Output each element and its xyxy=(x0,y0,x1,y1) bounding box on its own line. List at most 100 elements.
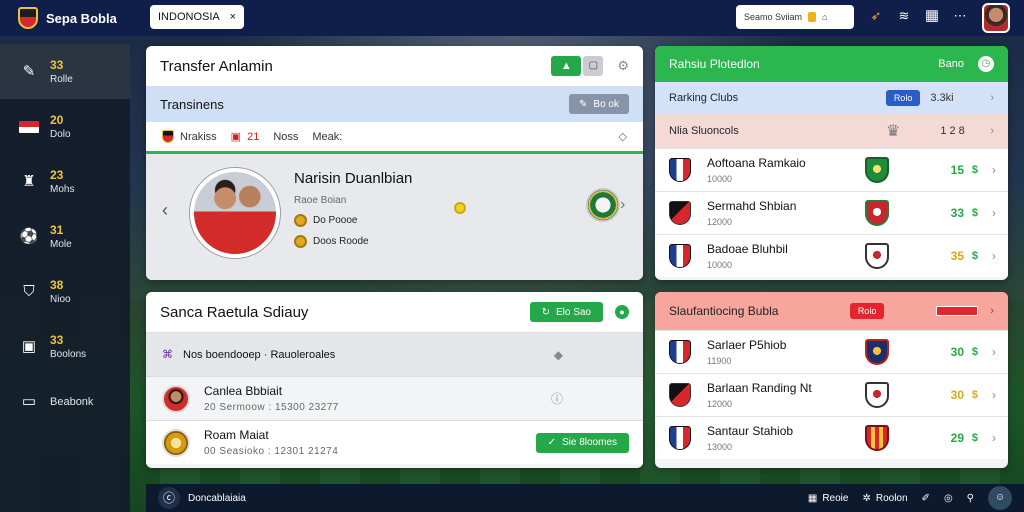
sidebar-item-label: Boolons xyxy=(50,349,87,360)
chevron-right-icon[interactable]: › xyxy=(992,163,996,177)
list-view-button[interactable]: ▢ xyxy=(583,56,604,76)
footer-left[interactable]: ⓒ Doncablaiaia xyxy=(146,487,246,509)
chevron-right-icon[interactable]: › xyxy=(990,125,994,137)
club-name: Santaur Stahiob xyxy=(707,424,794,438)
tab-noss[interactable]: Noss xyxy=(273,131,298,143)
stadium-icon[interactable]: ≋ xyxy=(896,8,912,24)
battery-icon xyxy=(808,12,817,22)
club-crest-icon xyxy=(669,244,691,268)
user-avatar[interactable] xyxy=(982,3,1010,33)
footer-item-reoie[interactable]: ▦ Reoie xyxy=(808,493,849,504)
club-points: 30 xyxy=(950,345,964,359)
club-sub: 12000 xyxy=(707,399,733,409)
more-icon[interactable]: ⋯ xyxy=(952,8,968,24)
pen-icon[interactable]: ✐ xyxy=(922,493,930,504)
tab-label: Meak: xyxy=(312,130,343,143)
squad-header: Sanca Raetula Sdiauy ↻ Elo Sao ● xyxy=(146,292,643,332)
table-row[interactable]: Sarlaer P5hiob 11900 30 $ › xyxy=(655,330,1008,373)
list-item[interactable]: ⌘ Nos boendooep · Rauoleroales ◆ xyxy=(146,332,643,376)
sidebar-item-label: Mole xyxy=(50,239,72,250)
chevron-right-icon[interactable]: › xyxy=(992,206,996,220)
tab-nrakiss[interactable]: Nrakiss xyxy=(162,130,217,143)
table-row[interactable]: Badoae Bluhbil 10000 35 $ › xyxy=(655,234,1008,277)
squad-action-button[interactable]: ↻ Elo Sao xyxy=(529,302,603,322)
card-view-button[interactable]: ▲ xyxy=(551,56,582,76)
ranking-pill[interactable]: Rolo xyxy=(885,90,921,106)
sidebar-item-screen[interactable]: ▭ Beabonk xyxy=(0,374,130,429)
clock-icon[interactable]: ◷ xyxy=(978,56,994,72)
transfer-title: Transfer Anlamin xyxy=(160,57,273,75)
table-row[interactable]: Aoftoana Ramkaio 10000 15 $ › xyxy=(655,148,1008,191)
tab-label: 21 xyxy=(247,130,260,143)
footer-item-roolon[interactable]: ✲ Roolon xyxy=(862,493,907,504)
sidebar-item-flag[interactable]: 20 Dolo xyxy=(0,99,130,154)
player-fee: Do Poooe xyxy=(313,215,358,226)
relegation-panel: Slaufantiocing Bubla Rolo › Sarlaer P5hi… xyxy=(655,292,1008,468)
club-crest-icon xyxy=(865,382,889,408)
chevron-right-icon[interactable]: › xyxy=(992,249,996,263)
tab-meak[interactable]: Meak: xyxy=(312,131,342,143)
target-icon[interactable]: ◎ xyxy=(944,493,953,504)
calendar-icon: ▣ xyxy=(21,337,37,355)
tab-label: Nrakiss xyxy=(180,130,217,143)
status-dot-icon[interactable]: ● xyxy=(615,305,629,319)
club-points: 33 xyxy=(950,206,964,220)
player-position: Raoe Boian xyxy=(294,195,347,206)
sidebar-item-jersey[interactable]: ♜ 23 Mohs xyxy=(0,154,130,209)
club-trend: $ xyxy=(971,346,978,358)
assistant-icon[interactable]: ☺ xyxy=(988,486,1012,510)
settings-icon[interactable]: ⚙ xyxy=(617,58,629,74)
info-icon[interactable]: ⓘ xyxy=(551,390,563,407)
sidebar-item-shield[interactable]: ⛉ 38 Nioo xyxy=(0,264,130,319)
list-item[interactable]: Roam Maiat 00 Seasioko : 12301 21274 ✓ Si… xyxy=(146,420,643,464)
stats-icon: ▦ xyxy=(807,492,818,504)
sidebar-item-ball[interactable]: ⚽ 31 Mole xyxy=(0,209,130,264)
tab-21[interactable]: ▣ 21 xyxy=(231,130,260,144)
grid-icon[interactable]: ▦ xyxy=(924,8,940,24)
player-photo xyxy=(190,168,280,258)
ranking-sub-label: Nlia Sluoncols xyxy=(669,125,739,137)
coin-icon xyxy=(294,214,307,227)
club-trend: $ xyxy=(971,432,978,444)
chevron-right-icon[interactable]: › xyxy=(992,431,996,445)
club-badge-icon[interactable] xyxy=(586,188,620,222)
table-row[interactable]: Barlaan Randing Nt 12000 30 $ › xyxy=(655,373,1008,416)
ranking-sub-value: 1 2 8 xyxy=(940,125,965,137)
relegation-pill[interactable]: Rolo xyxy=(849,303,885,319)
diamond-icon[interactable]: ◆ xyxy=(554,348,563,362)
row-action-button[interactable]: ✓ Sie 8loomes xyxy=(535,432,629,453)
rocket-icon[interactable]: ➶ xyxy=(868,8,884,24)
close-icon[interactable]: × xyxy=(230,11,236,23)
top-search-button[interactable]: Seamo Sviiam ⌂ xyxy=(736,5,854,29)
list-item-title: Roam Maiat xyxy=(204,428,269,442)
ranking-header: Rahsiu Plotedlon Bano ◷ xyxy=(655,46,1008,82)
chevron-right-icon[interactable]: › xyxy=(990,305,994,317)
tab-label: Noss xyxy=(273,130,299,143)
flag-icon xyxy=(18,116,40,138)
row-action-label: Sie 8loomes xyxy=(561,437,617,448)
club-crest-icon xyxy=(865,243,889,269)
chevron-right-icon[interactable]: › xyxy=(990,92,994,104)
sidebar-item-whistle[interactable]: ✎ 33 Rolle xyxy=(0,44,130,99)
table-row[interactable]: Santaur Stahiob 13000 29 $ › xyxy=(655,416,1008,459)
table-row[interactable]: Sermahd Shbian 12000 33 $ › xyxy=(655,191,1008,234)
chevron-right-icon[interactable]: › xyxy=(992,345,996,359)
list-item[interactable]: Canlea Bbbiait 20 Sermoow : 15300 23277 … xyxy=(146,376,643,420)
trophy-icon: ♛ xyxy=(885,123,901,140)
ranking-clubs-bar: Rarking Clubs Rolo 3.3ki › xyxy=(655,82,1008,114)
club-name: Aoftoana Ramkaio xyxy=(707,156,806,170)
next-arrow-icon[interactable]: › xyxy=(620,196,625,214)
brand[interactable]: Sepa Bobla xyxy=(0,7,150,29)
transfer-panel: Transfer Anlamin ▲ ▢ ⚙ Transinens ✎ Bo ok… xyxy=(146,46,643,280)
country-select[interactable]: INDONOSIA × xyxy=(150,5,244,29)
tag-icon[interactable]: ◇ xyxy=(619,130,627,143)
club-crest-icon xyxy=(162,130,174,143)
search-icon[interactable]: ⚲ xyxy=(967,493,974,504)
list-item-meta: 20 Sermoow : 15300 23277 xyxy=(204,402,339,413)
filter-chip[interactable]: ✎ Bo ok xyxy=(569,94,629,114)
prev-arrow-icon[interactable]: ‹ xyxy=(162,200,168,221)
club-sub: 12000 xyxy=(707,217,733,227)
sidebar-item-calendar[interactable]: ▣ 33 Boolons xyxy=(0,319,130,374)
player-fee-row: Do Poooe xyxy=(294,214,412,227)
chevron-right-icon[interactable]: › xyxy=(992,388,996,402)
